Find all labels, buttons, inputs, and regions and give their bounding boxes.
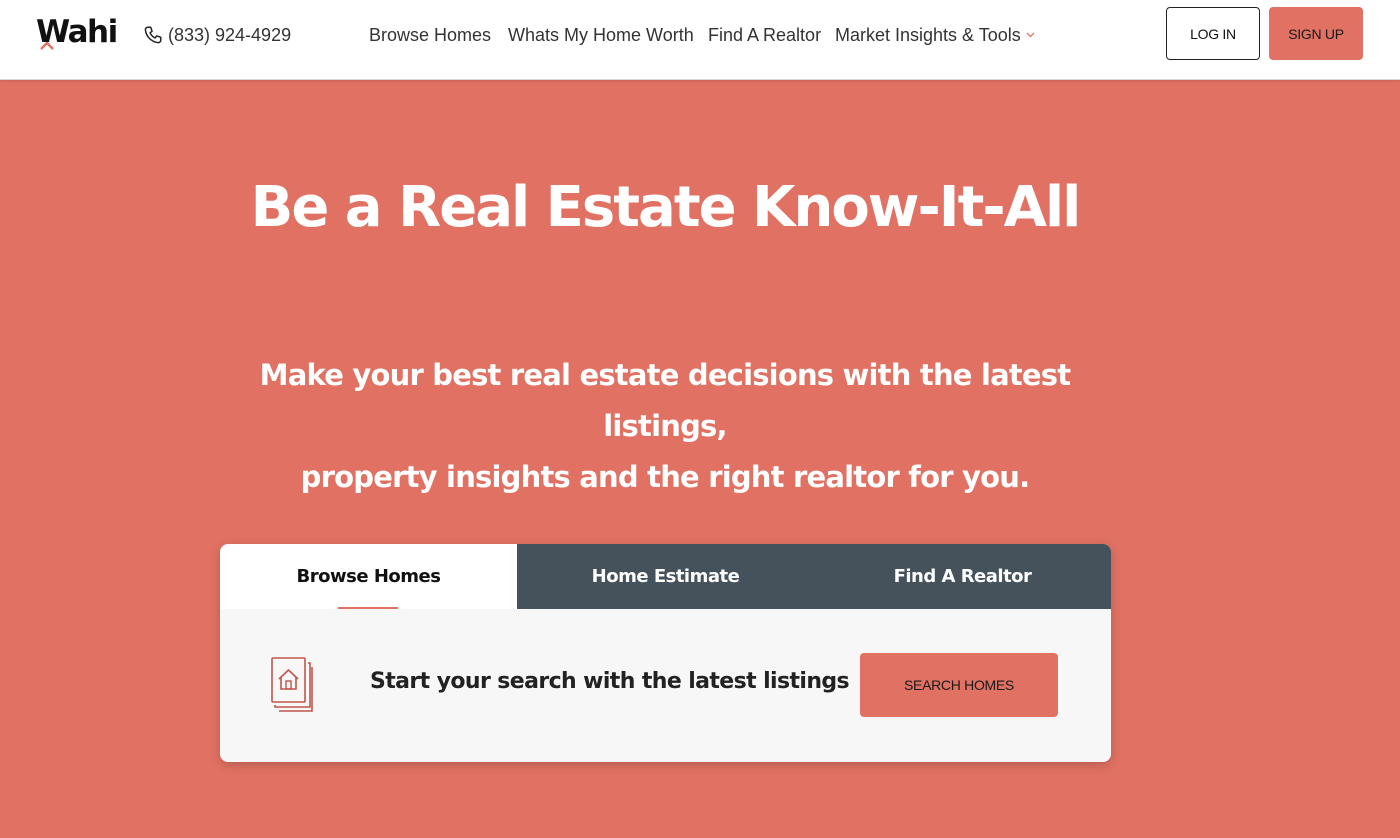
search-homes-button[interactable]: SEARCH HOMES <box>860 653 1058 717</box>
tab-label: Browse Homes <box>296 566 441 587</box>
nav-market-insights-tools[interactable]: Market Insights & Tools <box>835 22 1035 48</box>
nav-find-a-realtor[interactable]: Find A Realtor <box>708 22 821 48</box>
wahi-logo[interactable]: Wahi <box>36 14 118 50</box>
tab-find-a-realtor[interactable]: Find A Realtor <box>814 544 1111 609</box>
nav-label: Browse Homes <box>369 24 492 45</box>
chevron-down-icon <box>1026 32 1035 38</box>
hero-subtitle-line-2: property insights and the right realtor … <box>300 460 1030 494</box>
nav-label: Market Insights & Tools <box>835 24 1021 45</box>
tab-label: Find A Realtor <box>893 566 1032 587</box>
phone-number: (833) 924-4929 <box>168 24 292 45</box>
hero-title: Be a Real Estate Know-It-All <box>250 175 1082 240</box>
hero-subtitle-line-1: Make your best real estate decisions wit… <box>259 358 1071 443</box>
tab-browse-homes[interactable]: Browse Homes <box>220 544 517 609</box>
phone-contact[interactable]: (833) 924-4929 <box>142 22 291 48</box>
phone-icon <box>144 26 162 44</box>
login-button[interactable]: LOG IN <box>1166 7 1260 60</box>
hero-subtitle: Make your best real estate decisions wit… <box>215 350 1115 503</box>
tab-home-estimate[interactable]: Home Estimate <box>517 544 814 609</box>
search-tabs: Browse Homes Home Estimate Find A Realto… <box>220 544 1111 609</box>
search-prompt-text: Start your search with the latest listin… <box>370 669 850 694</box>
active-tab-indicator <box>338 607 398 609</box>
tab-label: Home Estimate <box>591 566 740 587</box>
logo-roof-mark-icon <box>40 42 54 50</box>
search-card: Browse Homes Home Estimate Find A Realto… <box>220 544 1111 762</box>
nav-whats-my-home-worth[interactable]: Whats My Home Worth <box>508 22 694 48</box>
signup-button[interactable]: SIGN UP <box>1269 7 1363 60</box>
house-listing-icon <box>271 657 313 712</box>
site-header: Wahi (833) 924-4929 Browse Homes Whats M… <box>0 0 1400 80</box>
nav-label: Whats My Home Worth <box>508 24 694 45</box>
nav-label: Find A Realtor <box>708 24 822 45</box>
nav-browse-homes[interactable]: Browse Homes <box>369 22 491 48</box>
